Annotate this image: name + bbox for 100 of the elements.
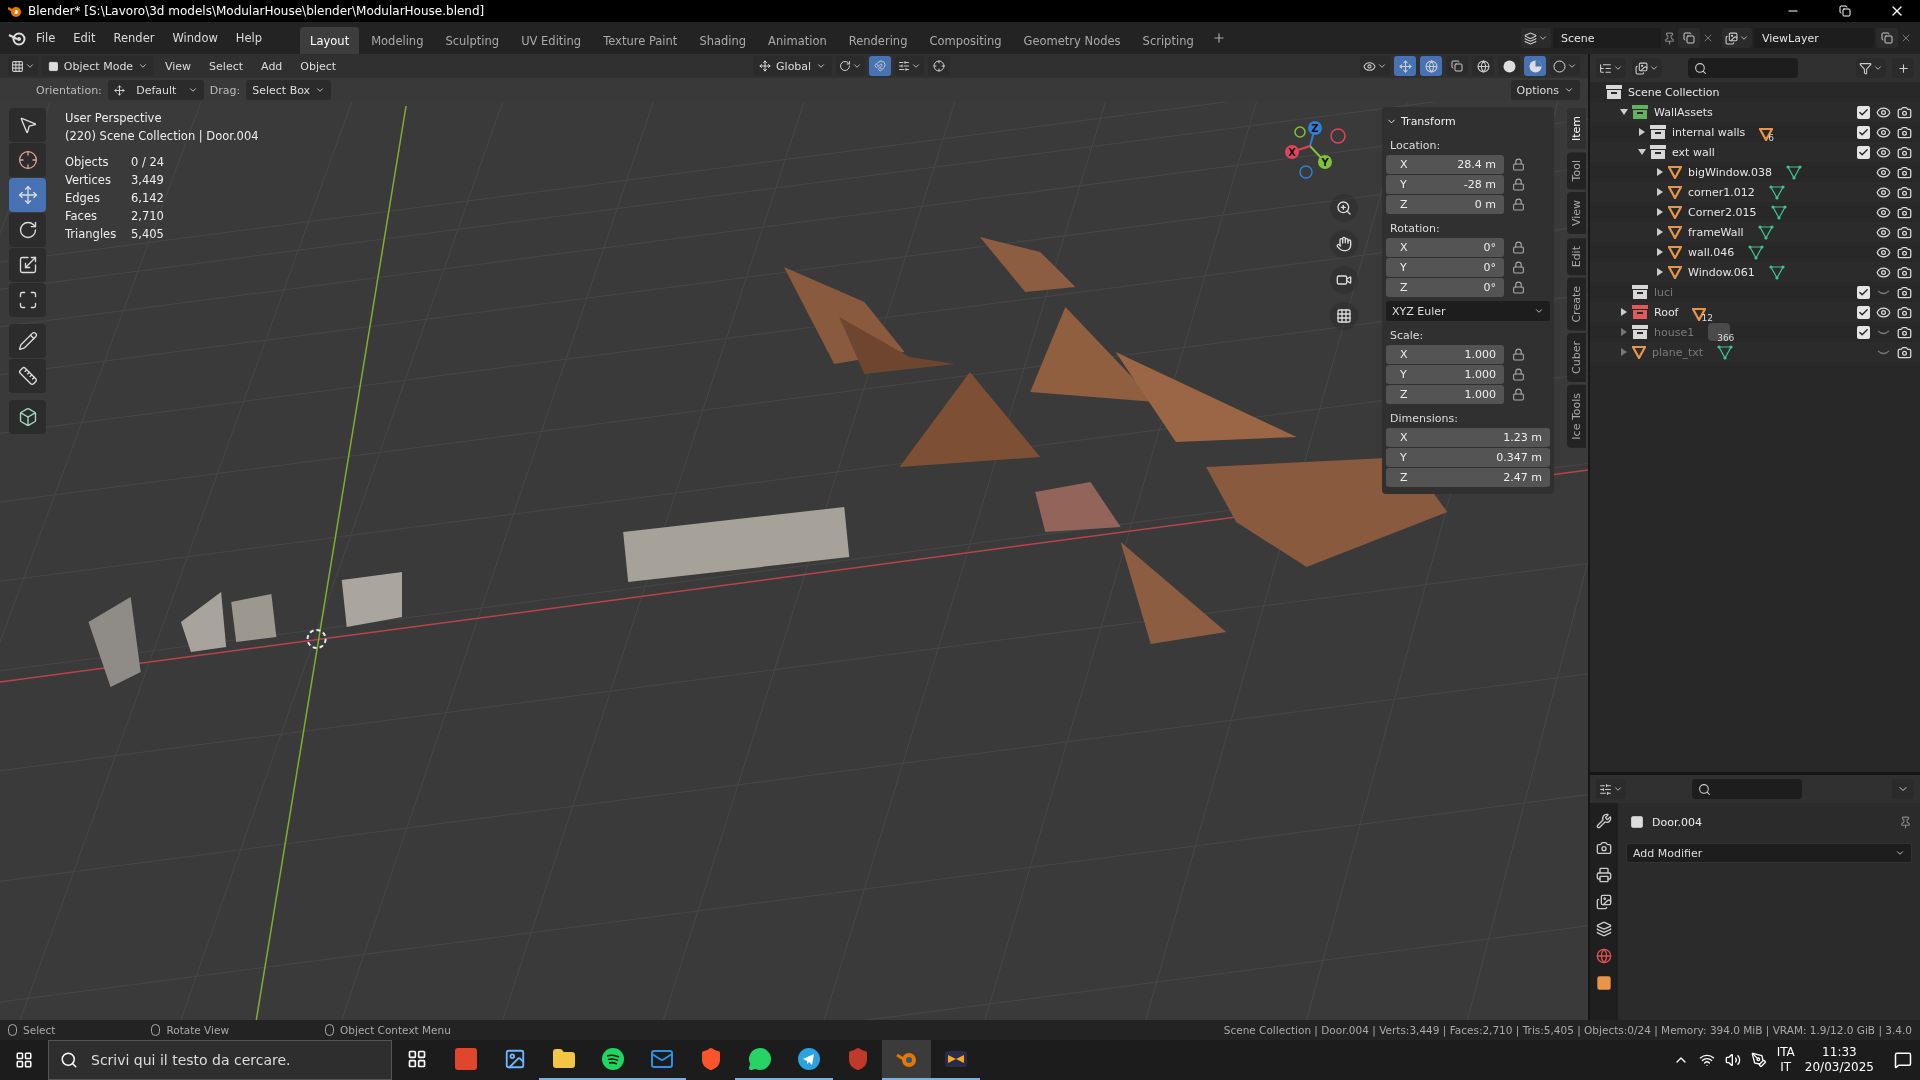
add-icon[interactable] <box>1211 31 1226 45</box>
duplicate-button[interactable] <box>1876 28 1898 48</box>
material-shading-button[interactable] <box>1524 56 1546 76</box>
lock-icon[interactable] <box>1512 281 1525 294</box>
camera-icon[interactable] <box>1897 324 1912 340</box>
volume-icon[interactable] <box>1724 1052 1741 1068</box>
collapsed-arrow-icon[interactable] <box>1656 228 1664 236</box>
app-logo-icon[interactable] <box>8 30 26 46</box>
sidebar-tab[interactable]: Item <box>1567 108 1586 150</box>
notification-icon[interactable] <box>1894 1051 1912 1069</box>
eye-icon[interactable] <box>1876 204 1891 220</box>
expanded-arrow-icon[interactable] <box>1638 148 1646 156</box>
number-field[interactable]: X 1.23 m <box>1386 428 1550 447</box>
number-field[interactable]: X 28.4 m <box>1386 155 1504 174</box>
tool-button[interactable] <box>9 400 46 434</box>
eye-icon[interactable] <box>1876 304 1891 320</box>
camera-view-button[interactable] <box>1330 266 1358 294</box>
eye-icon[interactable] <box>1876 184 1891 200</box>
viewport-menu-item[interactable]: View <box>158 57 199 75</box>
camera-icon[interactable] <box>1897 144 1912 160</box>
lock-icon[interactable] <box>1512 158 1525 171</box>
view-layer-field[interactable]: ViewLayer <box>1754 28 1874 48</box>
viewport-menu-item[interactable]: Object <box>293 57 344 75</box>
viewport-menu-item[interactable]: Add <box>254 57 290 75</box>
ortho-grid-button[interactable] <box>1330 302 1358 330</box>
pivot-button[interactable] <box>836 56 866 76</box>
view-layer-menu-button[interactable] <box>1722 28 1752 48</box>
camera-icon[interactable] <box>1897 244 1912 260</box>
include-checkbox[interactable] <box>1857 145 1870 159</box>
include-checkbox[interactable] <box>1857 285 1870 299</box>
camera-icon[interactable] <box>1897 184 1912 200</box>
eye-icon[interactable] <box>1876 264 1891 280</box>
render-shading-button[interactable] <box>1550 56 1580 76</box>
workspace-tab[interactable]: Layout <box>300 27 360 55</box>
gizmo-button[interactable] <box>1394 56 1416 76</box>
number-field[interactable]: Z 2.47 m <box>1386 468 1550 487</box>
visibility-button[interactable] <box>1360 56 1390 76</box>
close-icon[interactable] <box>1900 32 1912 44</box>
pen-icon[interactable] <box>1750 1052 1767 1068</box>
collapsed-arrow-icon[interactable] <box>1656 248 1664 256</box>
workspace-tab[interactable]: Scripting <box>1132 27 1204 55</box>
menu-item[interactable]: Render <box>105 27 163 49</box>
tool-button[interactable] <box>9 213 46 247</box>
collapsed-arrow-icon[interactable] <box>1656 208 1664 216</box>
options-button[interactable] <box>1892 779 1914 799</box>
pin-icon[interactable] <box>1663 31 1676 45</box>
language-indicator[interactable]: ITA IT <box>1776 1045 1795 1075</box>
workspace-tab[interactable]: Texture Paint <box>593 27 688 55</box>
wireframe-shading-button[interactable] <box>1472 56 1494 76</box>
lock-icon[interactable] <box>1512 348 1525 361</box>
number-field[interactable]: Z 0° <box>1386 278 1504 297</box>
clock[interactable]: 11:33 20/03/2025 <box>1804 1045 1874 1075</box>
camera-icon[interactable] <box>1897 164 1912 180</box>
number-field[interactable]: Y -28 m <box>1386 175 1504 194</box>
rotation-mode-dropdown[interactable]: XYZ Euler <box>1386 301 1550 321</box>
eye-icon[interactable] <box>1876 164 1891 180</box>
camera-icon[interactable] <box>1897 204 1912 220</box>
camera-icon[interactable] <box>1897 264 1912 280</box>
collapsed-arrow-icon[interactable] <box>1656 188 1664 196</box>
sidebar-tab[interactable]: Tool <box>1567 152 1586 190</box>
editor-type-button[interactable] <box>8 56 38 76</box>
number-field[interactable]: Y 0.347 m <box>1386 448 1550 467</box>
menu-item[interactable]: Help <box>227 27 271 49</box>
lock-icon[interactable] <box>1512 388 1525 401</box>
snap-button[interactable] <box>869 56 892 76</box>
sidebar-tab[interactable]: Cuber <box>1567 333 1586 383</box>
workspace-tab[interactable]: Geometry Nodes <box>1013 27 1131 55</box>
mode-dropdown[interactable]: Object Mode <box>42 56 154 76</box>
camera-icon[interactable] <box>1897 124 1912 140</box>
camera-icon[interactable] <box>1897 284 1912 300</box>
include-checkbox[interactable] <box>1857 125 1870 139</box>
workspace-tab[interactable]: Sculpting <box>435 27 510 55</box>
tool-button[interactable] <box>9 108 46 142</box>
include-checkbox[interactable] <box>1857 105 1870 119</box>
editor-type-button[interactable] <box>1596 58 1626 78</box>
editor-type-button[interactable] <box>1596 779 1626 799</box>
lock-icon[interactable] <box>1512 261 1525 274</box>
scene-field[interactable]: Scene <box>1553 28 1661 48</box>
camera-icon[interactable] <box>1897 104 1912 120</box>
menu-item[interactable]: File <box>28 27 64 49</box>
lock-icon[interactable] <box>1512 198 1525 211</box>
zoom-button[interactable] <box>1330 194 1358 222</box>
images-icon[interactable] <box>1596 894 1612 910</box>
number-field[interactable]: Y 0° <box>1386 258 1504 277</box>
square-icon[interactable] <box>1596 975 1612 991</box>
axis-gizmo-drawing[interactable]: Z Y X <box>1270 112 1346 182</box>
eye-icon[interactable] <box>1876 144 1891 160</box>
number-field[interactable]: Y 1.000 <box>1386 365 1504 384</box>
display-mode-button[interactable] <box>1632 58 1662 78</box>
layers-icon[interactable] <box>1596 921 1612 937</box>
tool-button[interactable] <box>9 143 46 177</box>
eye-icon[interactable] <box>1876 244 1891 260</box>
tool-button[interactable] <box>9 283 46 317</box>
xray-button[interactable] <box>1446 56 1468 76</box>
expanded-arrow-icon[interactable] <box>1620 108 1628 116</box>
tool-button[interactable] <box>9 359 46 393</box>
search-field[interactable] <box>1688 58 1798 78</box>
lock-icon[interactable] <box>1512 368 1525 381</box>
collapsed-arrow-icon[interactable] <box>1656 168 1664 176</box>
include-checkbox[interactable] <box>1857 325 1870 339</box>
